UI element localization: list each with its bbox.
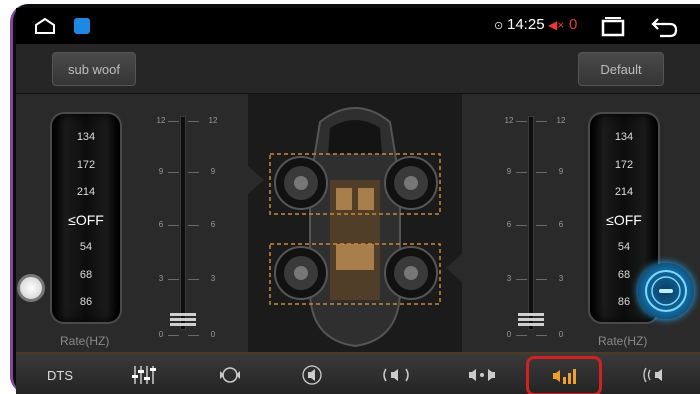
back-icon[interactable] xyxy=(650,16,678,38)
tick-label: 0 xyxy=(210,330,216,339)
rate-option-selected[interactable]: ≤OFF xyxy=(52,207,120,235)
clock: 14:25 xyxy=(507,16,545,33)
tick-label: 6 xyxy=(506,220,512,229)
nav-balance[interactable] xyxy=(452,354,512,394)
tick-label: 3 xyxy=(210,274,216,283)
nav-speaker[interactable] xyxy=(284,354,340,394)
speaker-rear-right[interactable] xyxy=(384,246,438,300)
tick-label: 12 xyxy=(504,116,514,125)
tick-label: 3 xyxy=(158,274,164,283)
car-view xyxy=(248,94,462,352)
tick-label: 9 xyxy=(158,167,164,176)
tick-label: 0 xyxy=(558,330,564,339)
speaker-front-left[interactable] xyxy=(274,156,328,210)
home-icon[interactable] xyxy=(34,17,56,35)
floating-ball-button[interactable] xyxy=(17,274,45,302)
right-rate-label: Rate(HZ) xyxy=(598,334,648,348)
nav-surround[interactable] xyxy=(202,354,258,394)
tick-label: 3 xyxy=(558,274,564,283)
bottom-nav: DTS xyxy=(16,352,700,394)
volume-mute-icon: ◀× xyxy=(548,18,565,32)
slider-thumb[interactable] xyxy=(518,312,544,328)
right-gain-slider[interactable]: 12 12 9 9 6 6 3 3 0 0 xyxy=(496,116,566,342)
screen: ⊙ 14:25 ◀× 0 sub woof Default 134 172 21… xyxy=(16,8,700,394)
default-button[interactable]: Default xyxy=(578,52,664,86)
rate-option[interactable]: 54 xyxy=(590,234,658,262)
location-icon: ⊙ xyxy=(494,20,504,32)
loudness-icon xyxy=(643,367,662,383)
nav-crossover[interactable] xyxy=(526,356,602,394)
crossover-icon xyxy=(553,369,576,384)
tick-label: 9 xyxy=(558,167,564,176)
toolbar: sub woof Default xyxy=(16,44,700,94)
notification-count: 0 xyxy=(569,16,578,33)
rate-option[interactable]: 214 xyxy=(52,179,120,207)
rate-option[interactable]: 134 xyxy=(590,124,658,152)
balance-icon xyxy=(469,369,495,381)
left-gain-slider[interactable]: 12 12 9 9 6 6 3 3 0 0 xyxy=(148,116,218,342)
assistant-icon xyxy=(645,270,687,312)
slider-track[interactable] xyxy=(528,116,534,330)
app-icon[interactable] xyxy=(74,18,90,34)
nav-dts-label: DTS xyxy=(47,367,73,383)
speaker-rear-left[interactable] xyxy=(274,246,328,300)
status-bar: ⊙ 14:25 ◀× 0 xyxy=(16,8,700,44)
surround-icon xyxy=(220,367,240,383)
tick-label: 0 xyxy=(158,330,164,339)
tick-label: 12 xyxy=(556,116,566,125)
sub-woof-button[interactable]: sub woof xyxy=(52,52,136,86)
rate-option[interactable]: 134 xyxy=(52,124,120,152)
nav-equalizer[interactable] xyxy=(116,354,172,394)
tick-label: 9 xyxy=(210,167,216,176)
tick-label: 12 xyxy=(208,116,218,125)
tick-label: 0 xyxy=(506,330,512,339)
assistant-button[interactable] xyxy=(638,263,694,319)
left-rate-label: Rate(HZ) xyxy=(60,334,110,348)
slider-track[interactable] xyxy=(180,116,186,330)
tick-label: 6 xyxy=(210,220,216,229)
rate-option-selected[interactable]: ≤OFF xyxy=(590,207,658,235)
tick-label: 3 xyxy=(506,274,512,283)
rate-option[interactable]: 172 xyxy=(52,152,120,180)
rate-option[interactable]: 172 xyxy=(590,152,658,180)
tick-label: 12 xyxy=(156,116,166,125)
rate-option[interactable]: 214 xyxy=(590,179,658,207)
nav-soundfield[interactable] xyxy=(366,354,426,394)
tick-label: 6 xyxy=(558,220,564,229)
nav-dts[interactable]: DTS xyxy=(32,354,88,394)
rate-option[interactable]: 68 xyxy=(52,262,120,290)
nav-loudness[interactable] xyxy=(626,354,686,394)
rate-option[interactable]: 86 xyxy=(52,289,120,317)
speaker-icon xyxy=(302,365,322,385)
tick-label: 9 xyxy=(506,167,512,176)
recent-apps-icon[interactable] xyxy=(600,17,626,37)
left-rate-selector[interactable]: 134 172 214 ≤OFF 54 68 86 xyxy=(50,112,122,324)
crossover-panel: 134 172 214 ≤OFF 54 68 86 Rate(HZ) 12 12… xyxy=(16,94,700,352)
equalizer-icon xyxy=(132,366,156,384)
slider-thumb[interactable] xyxy=(170,312,196,328)
car-illustration xyxy=(248,107,462,348)
speaker-front-right[interactable] xyxy=(384,156,438,210)
tick-label: 6 xyxy=(158,220,164,229)
soundfield-icon xyxy=(383,368,409,382)
rate-option[interactable]: 54 xyxy=(52,234,120,262)
